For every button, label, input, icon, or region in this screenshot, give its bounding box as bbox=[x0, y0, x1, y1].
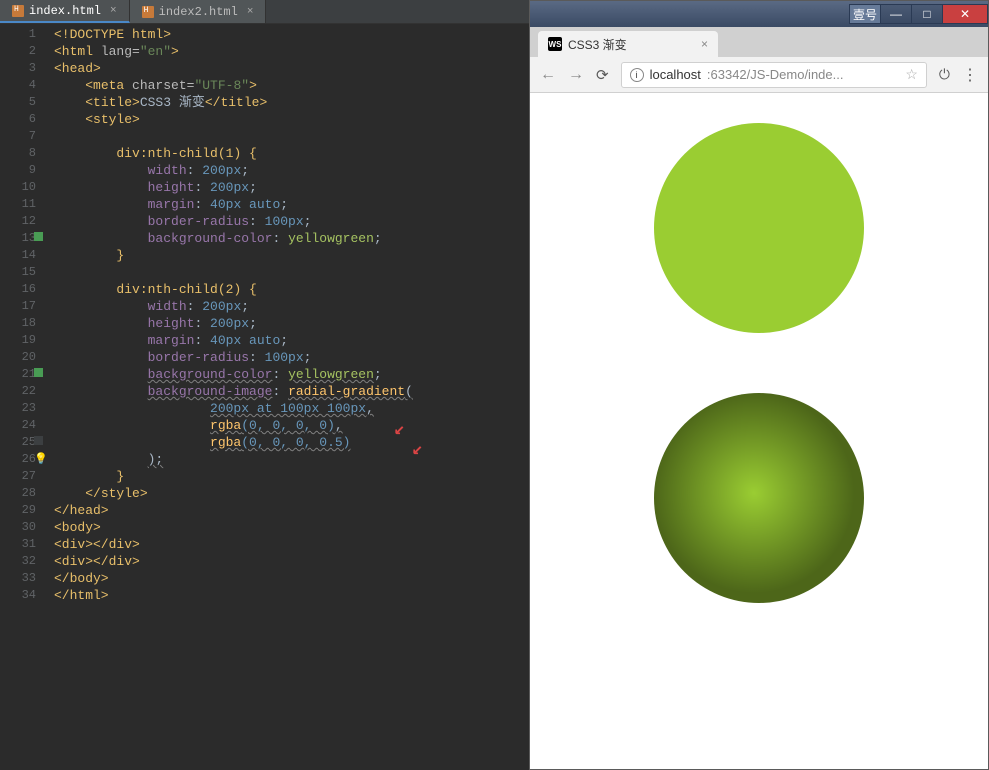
editor-tabs: index.html × index2.html × bbox=[0, 0, 529, 24]
bookmark-icon[interactable]: ☆ bbox=[905, 66, 918, 83]
maximize-button[interactable]: □ bbox=[911, 4, 943, 24]
window-buttons: 壹号 — □ ✕ bbox=[850, 4, 988, 24]
code-content[interactable]: <!DOCTYPE html> <html lang="en"> <head> … bbox=[46, 24, 529, 770]
code-area[interactable]: 1 2 3 4 5 6 7 8 9 10 11 12 13 14 15 16 1… bbox=[0, 24, 529, 770]
gutter-marker-icon bbox=[34, 368, 43, 377]
annotation-arrow-icon: ↙ bbox=[394, 422, 405, 439]
tab-label: index2.html bbox=[159, 5, 238, 19]
site-info-icon[interactable]: i bbox=[630, 68, 644, 82]
window-titlebar[interactable]: 壹号 — □ ✕ bbox=[530, 1, 988, 27]
browser-tab-title: CSS3 渐变 bbox=[568, 36, 627, 53]
menu-button[interactable]: ⋮ bbox=[962, 65, 978, 85]
code-editor: index.html × index2.html × 1 2 3 4 5 6 7… bbox=[0, 0, 529, 770]
close-icon[interactable]: × bbox=[247, 6, 254, 18]
window-tag-button[interactable]: 壹号 bbox=[849, 4, 881, 24]
page-content bbox=[530, 93, 988, 769]
html-file-icon bbox=[12, 5, 24, 17]
browser-window: 壹号 — □ ✕ WS CSS3 渐变 × ← → ⟳ i localhost:… bbox=[529, 0, 989, 770]
power-icon[interactable]: ⏻ bbox=[939, 66, 950, 83]
url-rest: :63342/JS-Demo/inde... bbox=[707, 67, 844, 82]
browser-tab[interactable]: WS CSS3 渐变 × bbox=[538, 31, 718, 57]
favicon-icon: WS bbox=[548, 37, 562, 51]
url-host: localhost bbox=[650, 67, 701, 82]
address-bar[interactable]: i localhost :63342/JS-Demo/inde... ☆ bbox=[621, 62, 927, 88]
back-button[interactable]: ← bbox=[540, 66, 556, 84]
forward-button[interactable]: → bbox=[568, 66, 584, 84]
line-gutter: 1 2 3 4 5 6 7 8 9 10 11 12 13 14 15 16 1… bbox=[0, 24, 46, 770]
circle-plain bbox=[654, 123, 864, 333]
tab-label: index.html bbox=[29, 4, 101, 18]
close-icon[interactable]: × bbox=[701, 37, 708, 51]
minimize-button[interactable]: — bbox=[880, 4, 912, 24]
gutter-marker-icon bbox=[34, 232, 43, 241]
html-file-icon bbox=[142, 6, 154, 18]
circle-gradient bbox=[654, 393, 864, 603]
close-button[interactable]: ✕ bbox=[942, 4, 988, 24]
close-icon[interactable]: × bbox=[110, 5, 117, 17]
browser-tabstrip: WS CSS3 渐变 × bbox=[530, 27, 988, 57]
reload-button[interactable]: ⟳ bbox=[596, 66, 609, 84]
tab-index-html[interactable]: index.html × bbox=[0, 0, 130, 23]
tab-index2-html[interactable]: index2.html × bbox=[130, 0, 267, 23]
browser-toolbar: ← → ⟳ i localhost :63342/JS-Demo/inde... … bbox=[530, 57, 988, 93]
annotation-arrow-icon: ↙ bbox=[412, 442, 423, 459]
gutter-marker-icon bbox=[34, 436, 43, 445]
